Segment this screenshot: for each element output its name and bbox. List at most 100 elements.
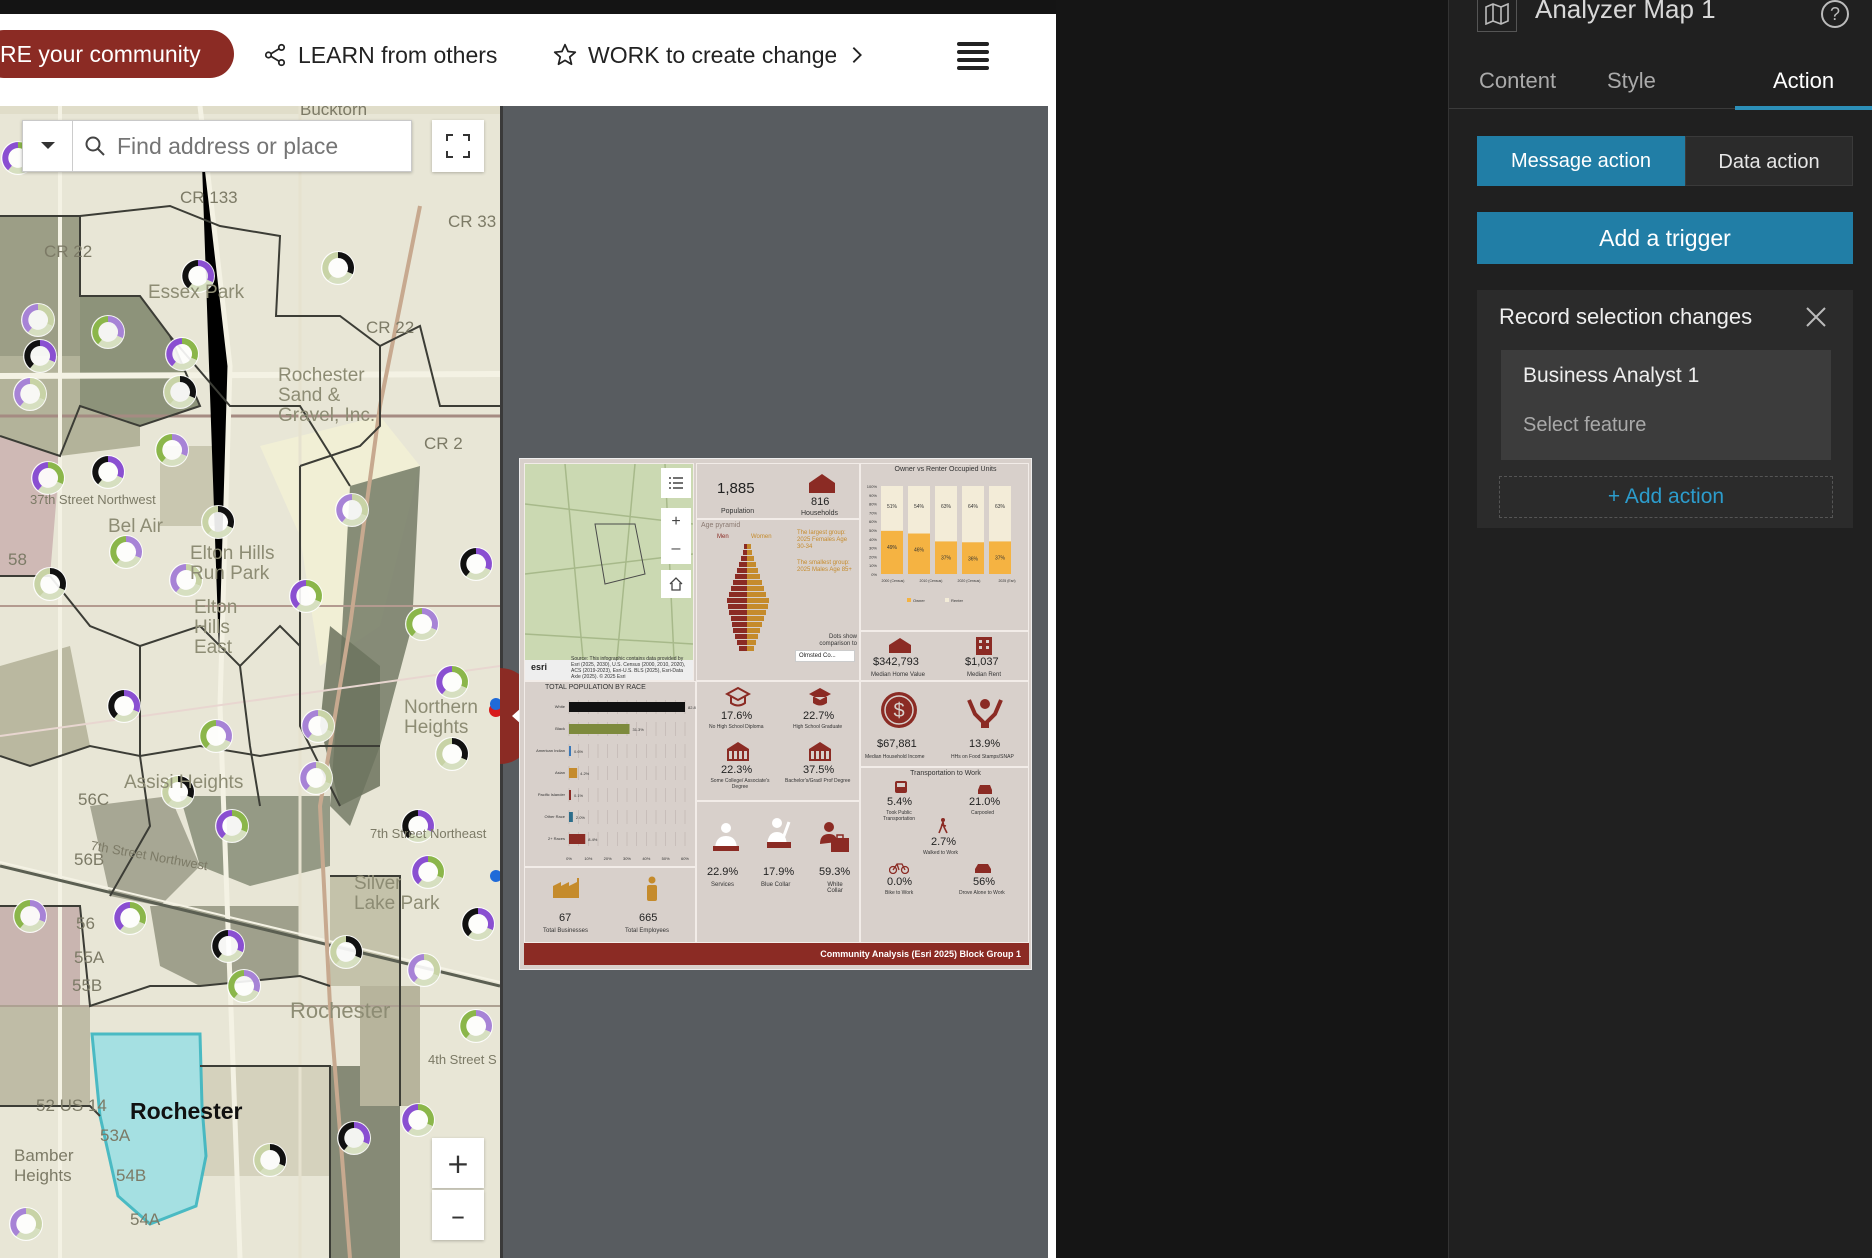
map-donut-marker[interactable]	[459, 547, 493, 581]
message-action-tab[interactable]: Message action	[1477, 136, 1685, 186]
map-donut-marker[interactable]	[199, 719, 233, 753]
map-donut-marker[interactable]	[165, 337, 199, 371]
map-donut-marker[interactable]	[215, 809, 249, 843]
map-donut-marker[interactable]	[299, 761, 333, 795]
home-value-label: Median Home Value	[871, 672, 925, 678]
learn-link[interactable]: LEARN from others	[262, 38, 497, 72]
pyramid-men-bar	[729, 610, 747, 615]
comparison-dropdown[interactable]: Olmsted Co...	[795, 650, 855, 662]
map-donut-marker[interactable]	[253, 1143, 287, 1177]
households-value: 816	[811, 496, 830, 508]
close-icon[interactable]	[1803, 304, 1829, 330]
map-donut-marker[interactable]	[13, 377, 47, 411]
map-label: 56C	[78, 790, 110, 809]
map-donut-marker[interactable]	[227, 969, 261, 1003]
menu-icon[interactable]	[956, 36, 990, 78]
map-donut-marker[interactable]	[9, 1207, 43, 1241]
map-label: Bel Air	[108, 516, 163, 537]
map-donut-marker[interactable]	[91, 455, 125, 489]
share-icon	[264, 43, 286, 67]
drive-alone-icon	[975, 864, 991, 873]
pyramid-men-bar	[743, 550, 747, 555]
race-pct-label: 8.4%	[588, 837, 598, 842]
map-donut-marker[interactable]	[301, 709, 335, 743]
race-pct-label: 2.0%	[576, 815, 586, 820]
map-donut-marker[interactable]	[289, 579, 323, 613]
trigger-source-card[interactable]: Business Analyst 1 Select feature	[1501, 350, 1831, 460]
infographic-widget[interactable]: esri Source: This infographic contains d…	[519, 458, 1032, 970]
map-donut-marker[interactable]	[459, 1009, 493, 1043]
map-donut-marker[interactable]	[461, 907, 495, 941]
pyramid-women-bar	[747, 628, 760, 633]
app-canvas: RE your community LEARN from others WORK…	[0, 0, 1056, 1258]
map-donut-marker[interactable]	[163, 375, 197, 409]
list-icon	[669, 477, 683, 489]
chevron-right-icon[interactable]	[846, 44, 868, 66]
search-source-dropdown[interactable]	[23, 121, 73, 171]
explore-button[interactable]: RE your community	[0, 30, 234, 78]
tab-content[interactable]: Content	[1479, 68, 1556, 94]
map-donut-marker[interactable]	[109, 535, 143, 569]
infographic-minimap[interactable]: esri Source: This infographic contains d…	[524, 463, 694, 681]
owner-pct-label: 46%	[914, 548, 925, 554]
map-donut-marker[interactable]	[113, 901, 147, 935]
tab-action[interactable]: Action	[1773, 68, 1834, 94]
house-icon	[809, 474, 835, 493]
map-donut-marker[interactable]	[21, 303, 55, 337]
map-donut-marker[interactable]	[211, 929, 245, 963]
tab-style[interactable]: Style	[1607, 68, 1656, 94]
zoom-out-button[interactable]: –	[432, 1190, 484, 1240]
add-trigger-button[interactable]: Add a trigger	[1477, 212, 1853, 264]
data-action-tab[interactable]: Data action	[1685, 136, 1853, 186]
largest-group: The largest group: 2025 Females Age 30-3…	[797, 530, 848, 550]
map-donut-marker[interactable]	[435, 737, 469, 771]
map-donut-marker[interactable]	[401, 1103, 435, 1137]
zoom-in-button[interactable]: +	[432, 1138, 484, 1188]
pyramid-men-bar	[731, 586, 747, 591]
map-donut-marker[interactable]	[405, 607, 439, 641]
star-icon	[553, 43, 577, 66]
map-donut-marker[interactable]	[33, 567, 67, 601]
race-bar	[569, 812, 573, 822]
map-donut-marker[interactable]	[107, 689, 141, 723]
map-donut-marker[interactable]	[31, 461, 65, 495]
city-label: Rochester	[130, 1098, 243, 1124]
pyramid-women-bar	[747, 562, 756, 567]
owner-renter-title: Owner vs Renter Occupied Units	[894, 466, 997, 473]
settings-panel: Analyzer Map 1 ? Content Style Action Me…	[1448, 0, 1872, 1258]
map-donut-marker[interactable]	[329, 935, 363, 969]
map-donut-marker[interactable]	[337, 1121, 371, 1155]
learn-label: LEARN from others	[298, 42, 498, 68]
help-icon[interactable]: ?	[1821, 0, 1849, 28]
job-label-3: White Collar	[827, 882, 843, 894]
map-donut-marker[interactable]	[435, 665, 469, 699]
add-action-button[interactable]: + Add action	[1499, 476, 1833, 518]
map-donut-marker[interactable]	[407, 953, 441, 987]
map-donut-marker[interactable]	[321, 251, 355, 285]
race-pct-label: 4.2%	[580, 771, 590, 776]
map-donut-marker[interactable]	[335, 493, 369, 527]
map-donut-marker[interactable]	[155, 433, 189, 467]
legend-button[interactable]	[661, 468, 691, 498]
minimap-zoom-in[interactable]: +	[661, 508, 691, 536]
map-donut-marker[interactable]	[23, 339, 57, 373]
search-input[interactable]	[117, 132, 387, 160]
map-donut-marker[interactable]	[13, 899, 47, 933]
fullscreen-button[interactable]	[432, 120, 484, 172]
y-tick-label: 50%	[869, 528, 877, 533]
map-donut-marker[interactable]	[91, 315, 125, 349]
map-label: Bucktorn	[300, 106, 368, 119]
pyramid-men-bar	[741, 556, 747, 561]
map-label: CR 2	[424, 434, 463, 453]
housing-cost-box: $342,793 Median Home Value $1,037 Median…	[860, 631, 1029, 681]
map-view[interactable]: Bucktorn CR 133 CR 33 CR 22 CR 22 CR 2 E…	[0, 106, 500, 1258]
transport-value-1: 5.4%	[887, 796, 913, 808]
home-button[interactable]	[661, 570, 691, 598]
minimap-zoom-out[interactable]: –	[661, 536, 691, 564]
pyramid-men-bar	[739, 562, 747, 567]
map-donut-marker[interactable]	[201, 505, 235, 539]
pyramid-women-bar	[747, 604, 768, 609]
pyramid-men-bar	[733, 580, 747, 585]
owner-pct-label: 49%	[887, 545, 898, 551]
work-link[interactable]: WORK to create change	[552, 38, 882, 72]
